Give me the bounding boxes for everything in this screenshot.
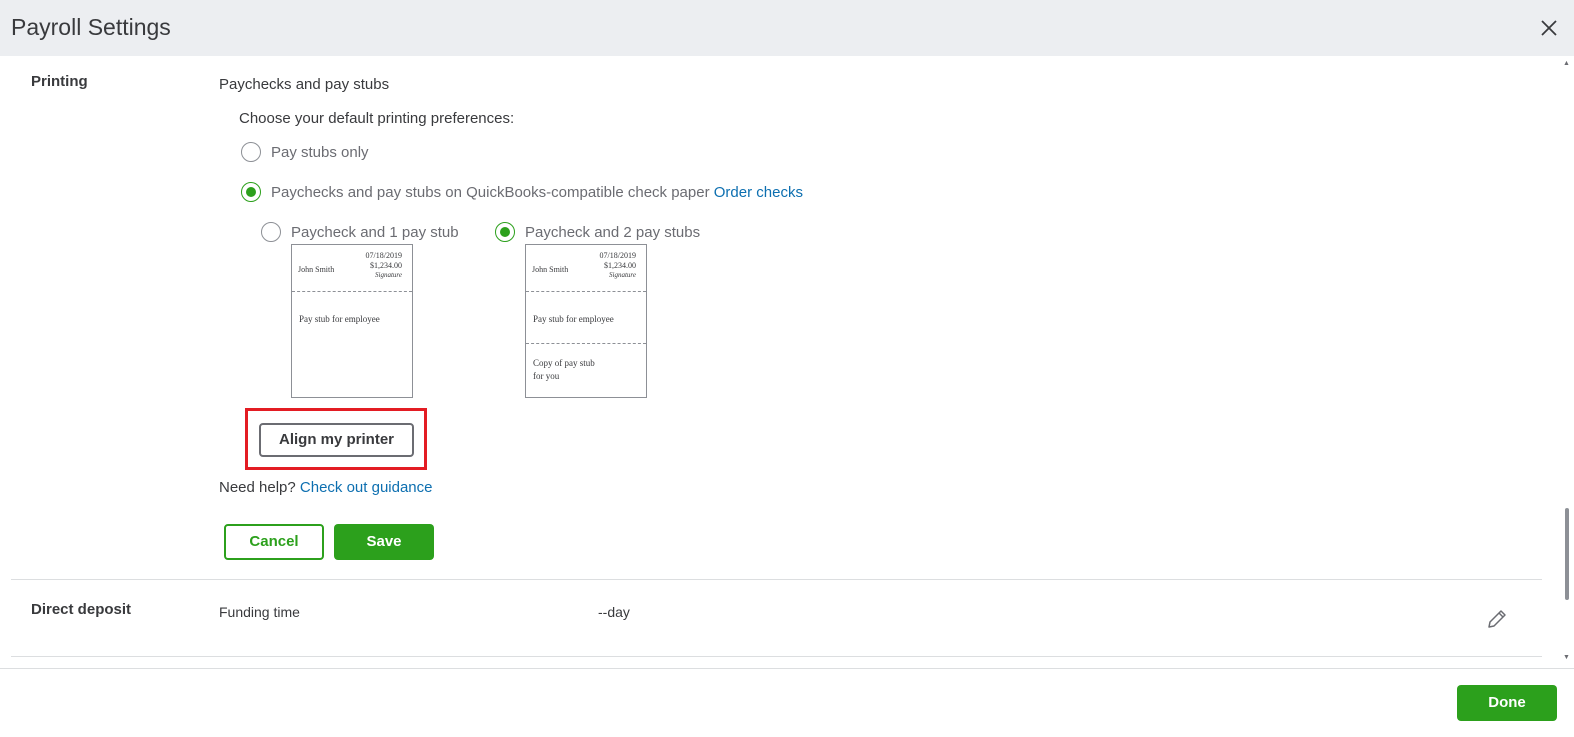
- guidance-link[interactable]: Check out guidance: [300, 479, 433, 496]
- radio-paycheck-1-stub[interactable]: [261, 222, 281, 242]
- preview-date-amount: 07/18/2019 $1,234.00: [599, 251, 636, 270]
- section-divider: [11, 579, 1542, 580]
- settings-content: Printing Paychecks and pay stubs Choose …: [0, 56, 1562, 668]
- help-row: Need help? Check out guidance: [219, 479, 433, 496]
- printing-section-label: Printing: [31, 73, 88, 90]
- preview-name: John Smith: [532, 265, 569, 274]
- printing-subtitle: Paychecks and pay stubs: [219, 76, 390, 93]
- option-text: Paychecks and pay stubs on QuickBooks-co…: [271, 184, 710, 201]
- cancel-button[interactable]: Cancel: [224, 524, 324, 560]
- preview-name: John Smith: [298, 265, 335, 274]
- preview-stub-text: Pay stub for employee: [299, 314, 380, 324]
- paycheck-2-stubs-preview[interactable]: 07/18/2019 $1,234.00 John Smith Signature…: [525, 244, 647, 398]
- direct-deposit-section-label: Direct deposit: [31, 601, 132, 618]
- align-printer-button[interactable]: Align my printer: [259, 423, 414, 457]
- preview-signature: Signature: [375, 271, 402, 279]
- layout-label-2-stubs: Paycheck and 2 pay stubs: [525, 224, 701, 241]
- preview-perforation: [526, 291, 646, 292]
- pencil-icon[interactable]: [1486, 608, 1508, 630]
- scroll-up-icon[interactable]: ▲: [1563, 60, 1570, 67]
- paycheck-1-stub-preview[interactable]: 07/18/2019 $1,234.00 John Smith Signature…: [291, 244, 413, 398]
- scrollbar-thumb[interactable]: [1565, 508, 1569, 600]
- preview-signature: Signature: [609, 271, 636, 279]
- preview-copy-text: Copy of pay stub for you: [533, 358, 595, 381]
- scroll-down-icon[interactable]: ▼: [1563, 654, 1570, 661]
- dialog-header: Payroll Settings: [0, 0, 1574, 56]
- radio-pay-stubs-only[interactable]: [241, 142, 261, 162]
- order-checks-link[interactable]: Order checks: [714, 184, 803, 201]
- preview-perforation: [526, 343, 646, 344]
- preview-perforation: [292, 291, 412, 292]
- radio-paycheck-2-stubs[interactable]: [495, 222, 515, 242]
- dialog-title: Payroll Settings: [11, 14, 171, 40]
- printing-prompt: Choose your default printing preferences…: [239, 110, 515, 127]
- help-text: Need help?: [219, 479, 296, 496]
- close-icon[interactable]: [1537, 16, 1561, 40]
- section-divider: [11, 656, 1542, 657]
- done-button[interactable]: Done: [1457, 685, 1557, 721]
- save-button[interactable]: Save: [334, 524, 434, 560]
- preview-stub-text: Pay stub for employee: [533, 314, 614, 324]
- option-label-pay-stubs-only: Pay stubs only: [271, 144, 369, 161]
- layout-label-1-stub: Paycheck and 1 pay stub: [291, 224, 459, 241]
- funding-time-value: --day: [598, 604, 630, 620]
- option-label-paychecks-and-stubs: Paychecks and pay stubs on QuickBooks-co…: [271, 184, 803, 201]
- dialog-footer: [0, 668, 1574, 737]
- radio-paychecks-and-stubs[interactable]: [241, 182, 261, 202]
- preview-date-amount: 07/18/2019 $1,234.00: [365, 251, 402, 270]
- funding-time-label: Funding time: [219, 604, 300, 620]
